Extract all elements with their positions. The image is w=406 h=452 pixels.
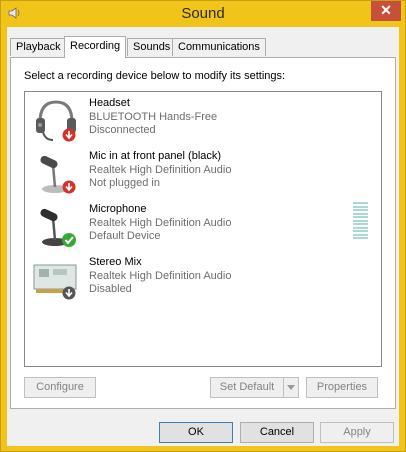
- set-default-dropdown-icon[interactable]: [283, 378, 298, 397]
- cancel-button[interactable]: Cancel: [240, 422, 314, 443]
- sound-dialog: Sound ✕ Playback Recording Sounds Commun…: [0, 0, 406, 452]
- tab-communications[interactable]: Communications: [172, 38, 266, 56]
- set-default-label: Set Default: [219, 381, 275, 393]
- device-name: Microphone: [89, 203, 147, 215]
- device-status: Default Device: [89, 230, 161, 242]
- microphone-icon: [40, 155, 76, 194]
- title-bar[interactable]: Sound ✕: [1, 1, 405, 27]
- recording-panel: Select a recording device below to modif…: [10, 57, 396, 409]
- headset-icon: [36, 100, 76, 142]
- set-default-button[interactable]: Set Default: [210, 377, 299, 398]
- device-driver: Realtek High Definition Audio: [89, 216, 232, 229]
- device-name: Headset: [89, 97, 130, 109]
- device-driver: Realtek High Definition Audio: [89, 269, 232, 282]
- window-title: Sound: [181, 5, 225, 22]
- microphone-icon: [40, 208, 76, 247]
- device-item-front-mic[interactable]: Mic in at front panel (black) Realtek Hi…: [28, 148, 368, 198]
- device-item-microphone[interactable]: Microphone Realtek High Definition Audio…: [28, 201, 368, 251]
- device-item-headset[interactable]: Headset BLUETOOTH Hands-Free Disconnecte…: [28, 95, 368, 145]
- device-status: Not plugged in: [89, 177, 160, 189]
- ok-button[interactable]: OK: [159, 422, 233, 443]
- input-level-meter: [353, 202, 368, 242]
- tab-recording[interactable]: Recording: [64, 36, 127, 58]
- configure-button[interactable]: Configure: [24, 377, 96, 398]
- tab-playback[interactable]: Playback: [10, 38, 67, 56]
- device-text-headset: Headset BLUETOOTH Hands-Free Disconnecte…: [89, 97, 217, 138]
- default-check-icon: [62, 233, 76, 247]
- instruction-text: Select a recording device below to modif…: [24, 70, 286, 82]
- device-list[interactable]: Headset BLUETOOTH Hands-Free Disconnecte…: [24, 91, 382, 367]
- dialog-body: Playback Recording Sounds Communications…: [7, 27, 399, 446]
- close-button[interactable]: ✕: [371, 1, 401, 21]
- device-text-stereo-mix: Stereo Mix Realtek High Definition Audio…: [89, 256, 231, 297]
- device-driver: Realtek High Definition Audio: [89, 163, 232, 176]
- device-text-microphone: Microphone Realtek High Definition Audio…: [89, 203, 231, 244]
- tab-sounds[interactable]: Sounds: [127, 38, 177, 56]
- sound-card-icon: [33, 264, 77, 300]
- properties-button[interactable]: Properties: [306, 377, 378, 398]
- device-name: Stereo Mix: [89, 256, 142, 268]
- apply-button[interactable]: Apply: [320, 422, 394, 443]
- device-driver: BLUETOOTH Hands-Free: [89, 110, 218, 123]
- device-text-front-mic: Mic in at front panel (black) Realtek Hi…: [89, 150, 231, 191]
- device-name: Mic in at front panel (black): [89, 150, 222, 162]
- device-status: Disabled: [89, 283, 132, 295]
- device-item-stereo-mix[interactable]: Stereo Mix Realtek High Definition Audio…: [28, 254, 368, 304]
- device-status: Disconnected: [89, 124, 156, 136]
